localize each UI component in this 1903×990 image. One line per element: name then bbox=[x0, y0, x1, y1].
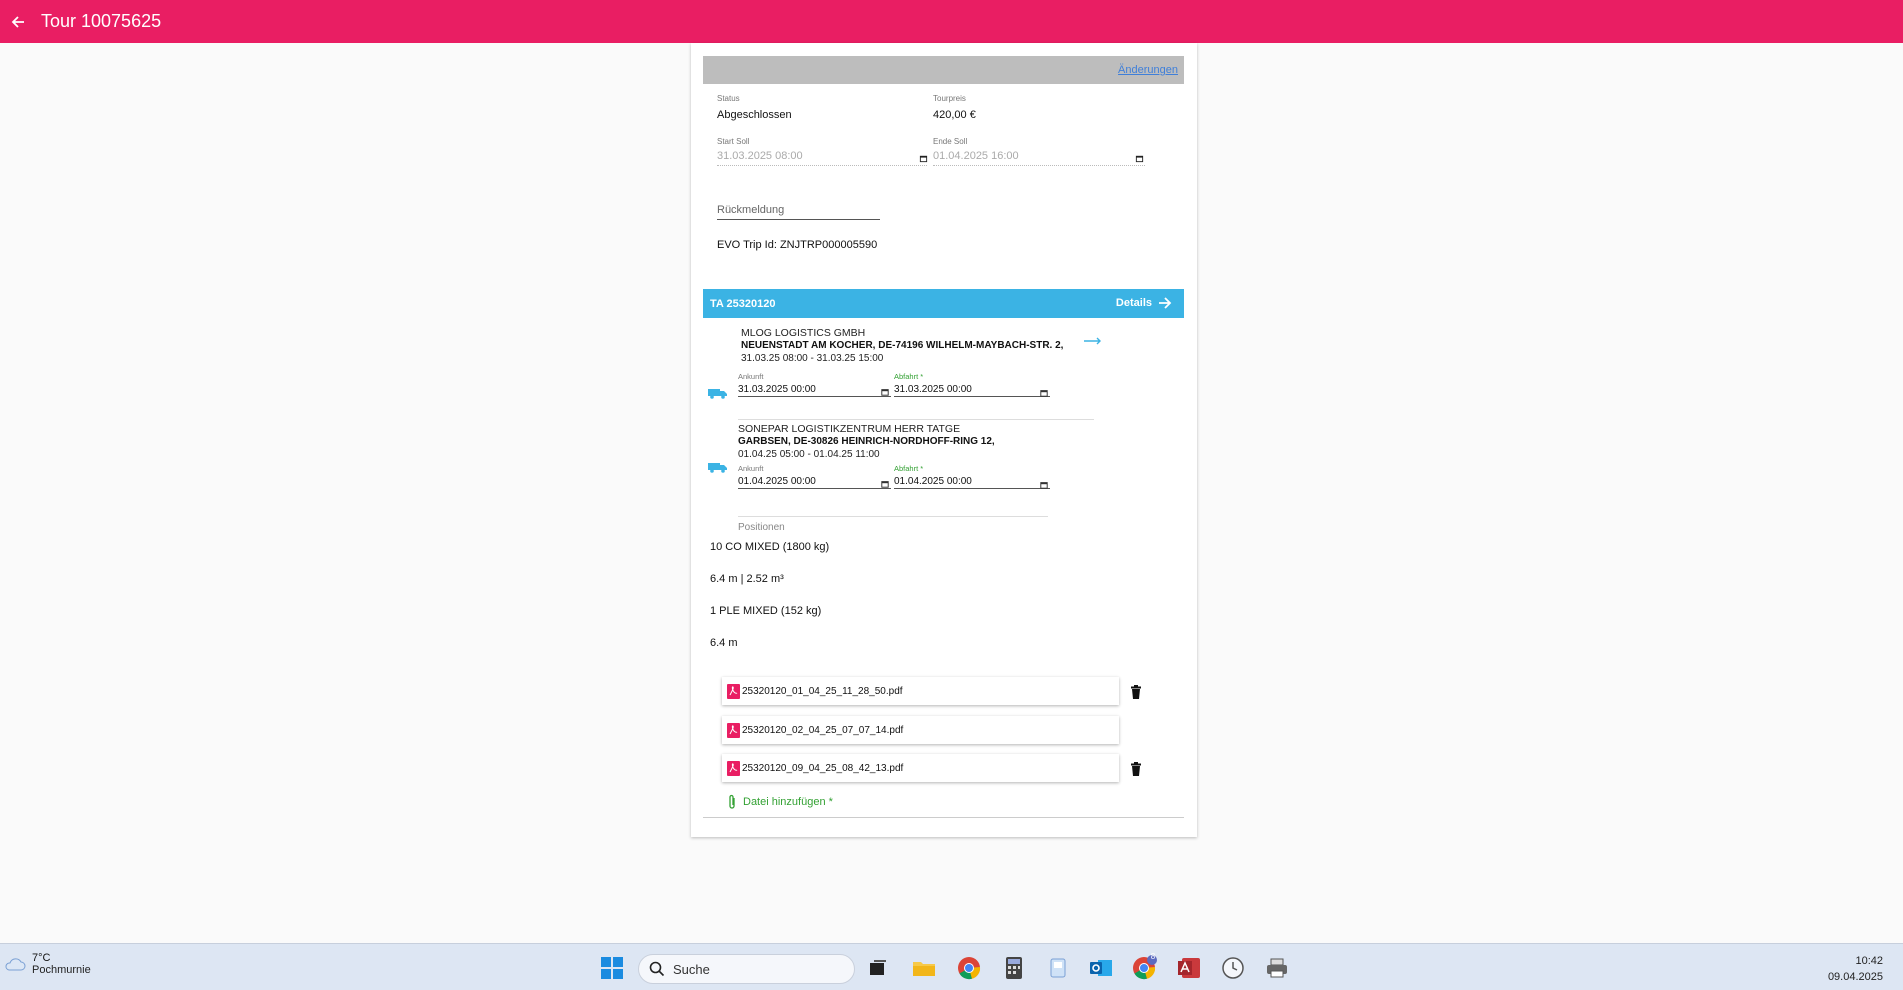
add-file-button[interactable]: Datei hinzufügen * bbox=[727, 794, 833, 810]
stop-divider bbox=[738, 516, 1048, 517]
stop-2-address: GARBSEN, DE-30826 HEINRICH-NORDHOFF-RING… bbox=[738, 436, 995, 447]
stop-1-name: MLOG LOGISTICS GMBH bbox=[741, 327, 866, 339]
arrow-right-icon[interactable] bbox=[1084, 337, 1102, 345]
stop-2-departure-label: Abfahrt * bbox=[894, 464, 924, 473]
taskbar-search[interactable]: Suche bbox=[638, 954, 855, 984]
file-name: 25320120_01_04_25_11_28_50.pdf bbox=[742, 685, 903, 697]
clock-date: 09.04.2025 bbox=[1827, 971, 1883, 983]
end-label: Ende Soll bbox=[933, 137, 968, 146]
stop-1-address: NEUENSTADT AM KOCHER, DE-74196 WILHELM-M… bbox=[741, 340, 1064, 351]
price-label: Tourpreis bbox=[933, 94, 966, 103]
truck-icon bbox=[708, 389, 727, 399]
ta-title: TA 25320120 bbox=[710, 298, 776, 310]
calendar-icon[interactable] bbox=[881, 388, 889, 396]
status-value: Abgeschlossen bbox=[717, 109, 792, 121]
file-item[interactable]: 25320120_01_04_25_11_28_50.pdf bbox=[722, 677, 1119, 705]
start-label: Start Soll bbox=[717, 137, 750, 146]
stop-2-arrival-field[interactable]: 01.04.2025 00:00 bbox=[738, 476, 891, 489]
file-item[interactable]: 25320120_02_04_25_07_07_14.pdf bbox=[722, 716, 1119, 744]
weather-location: Pochmurnie bbox=[32, 964, 91, 976]
positions-label: Positionen bbox=[738, 522, 785, 533]
stop-1-arrival-label: Ankunft bbox=[738, 372, 764, 381]
stop-1-arrival-field[interactable]: 31.03.2025 00:00 bbox=[738, 384, 891, 397]
taskbar: 7°C Pochmurnie Suche 8 10:42 09.04.2025 bbox=[0, 943, 1903, 990]
card-bottom-divider bbox=[703, 817, 1184, 818]
clock-app-icon[interactable] bbox=[1220, 955, 1246, 981]
add-file-label: Datei hinzufügen * bbox=[743, 796, 833, 808]
price-value: 420,00 € bbox=[933, 109, 976, 121]
page-title: Tour 10075625 bbox=[41, 11, 162, 31]
stop-divider bbox=[738, 419, 1094, 420]
search-icon bbox=[649, 961, 665, 977]
stop-2-name: SONEPAR LOGISTIKZENTRUM HERR TATGE bbox=[738, 423, 961, 435]
paperclip-icon bbox=[729, 794, 735, 809]
weather-temp: 7°C bbox=[32, 952, 51, 964]
changes-link[interactable]: Änderungen bbox=[1118, 64, 1178, 76]
details-label: Details bbox=[1115, 297, 1152, 309]
position-line: 10 CO MIXED (1800 kg) bbox=[710, 541, 830, 553]
card-header-bar: Änderungen bbox=[703, 56, 1184, 84]
calculator-icon[interactable] bbox=[1001, 955, 1027, 981]
windows-start-icon[interactable] bbox=[599, 955, 625, 981]
chrome-badge: 8 bbox=[1150, 952, 1156, 961]
pdf-icon bbox=[727, 722, 740, 738]
file-name: 25320120_09_04_25_08_42_13.pdf bbox=[742, 762, 904, 774]
access-icon[interactable] bbox=[1176, 955, 1202, 981]
ta-header: TA 25320120 Details bbox=[703, 289, 1184, 318]
calendar-icon[interactable] bbox=[1135, 154, 1144, 163]
stop-1-departure-label: Abfahrt * bbox=[894, 372, 924, 381]
stop-2-time-window: 01.04.25 05:00 - 01.04.25 11:00 bbox=[738, 449, 880, 460]
outlook-icon[interactable] bbox=[1088, 955, 1114, 981]
chrome-icon[interactable] bbox=[956, 955, 982, 981]
system-clock[interactable]: 10:42 09.04.2025 bbox=[1828, 953, 1883, 985]
search-placeholder: Suche bbox=[673, 961, 710, 977]
trash-icon[interactable] bbox=[1130, 762, 1142, 776]
calendar-icon[interactable] bbox=[919, 154, 928, 163]
stop-1-time-window: 31.03.25 08:00 - 31.03.25 15:00 bbox=[741, 353, 884, 364]
trash-icon[interactable] bbox=[1130, 685, 1142, 699]
app-bar: Tour 10075625 bbox=[0, 0, 1903, 43]
stop-1-departure-field[interactable]: 31.03.2025 00:00 bbox=[894, 384, 1050, 397]
feedback-field[interactable]: Rückmeldung bbox=[717, 204, 880, 220]
file-name: 25320120_02_04_25_07_07_14.pdf bbox=[742, 724, 904, 736]
pdf-icon bbox=[727, 760, 740, 776]
start-date-field[interactable]: 31.03.2025 08:00 bbox=[717, 150, 927, 166]
details-button[interactable]: Details bbox=[1116, 296, 1172, 310]
status-label: Status bbox=[717, 94, 740, 103]
cloud-icon bbox=[5, 958, 26, 971]
pdf-icon bbox=[727, 683, 740, 699]
position-line: 1 PLE MIXED (152 kg) bbox=[710, 605, 822, 617]
stop-2-departure-field[interactable]: 01.04.2025 00:00 bbox=[894, 476, 1050, 489]
position-line: 6.4 m bbox=[710, 637, 738, 649]
position-line: 6.4 m | 2.52 m³ bbox=[710, 573, 784, 585]
truck-icon bbox=[708, 463, 727, 473]
calendar-icon[interactable] bbox=[881, 480, 889, 488]
calendar-icon[interactable] bbox=[1040, 481, 1048, 489]
back-arrow-icon[interactable] bbox=[5, 9, 31, 35]
calendar-icon[interactable] bbox=[1040, 389, 1048, 397]
snipping-tool-icon[interactable] bbox=[1045, 955, 1071, 981]
printer-icon[interactable] bbox=[1264, 955, 1290, 981]
file-explorer-icon[interactable] bbox=[911, 955, 937, 981]
task-view-icon[interactable] bbox=[865, 955, 891, 981]
end-date-field[interactable]: 01.04.2025 16:00 bbox=[933, 150, 1145, 166]
clock-time: 10:42 bbox=[1855, 955, 1883, 967]
stop-2-arrival-label: Ankunft bbox=[738, 464, 764, 473]
file-item[interactable]: 25320120_09_04_25_08_42_13.pdf bbox=[722, 754, 1119, 782]
tour-card: Änderungen Status Abgeschlossen Tourprei… bbox=[691, 43, 1197, 837]
evo-trip-id: EVO Trip Id: ZNJTRP000005590 bbox=[717, 239, 878, 251]
arrow-right-icon bbox=[1159, 297, 1172, 309]
weather-widget[interactable]: 7°C Pochmurnie bbox=[4, 952, 91, 976]
